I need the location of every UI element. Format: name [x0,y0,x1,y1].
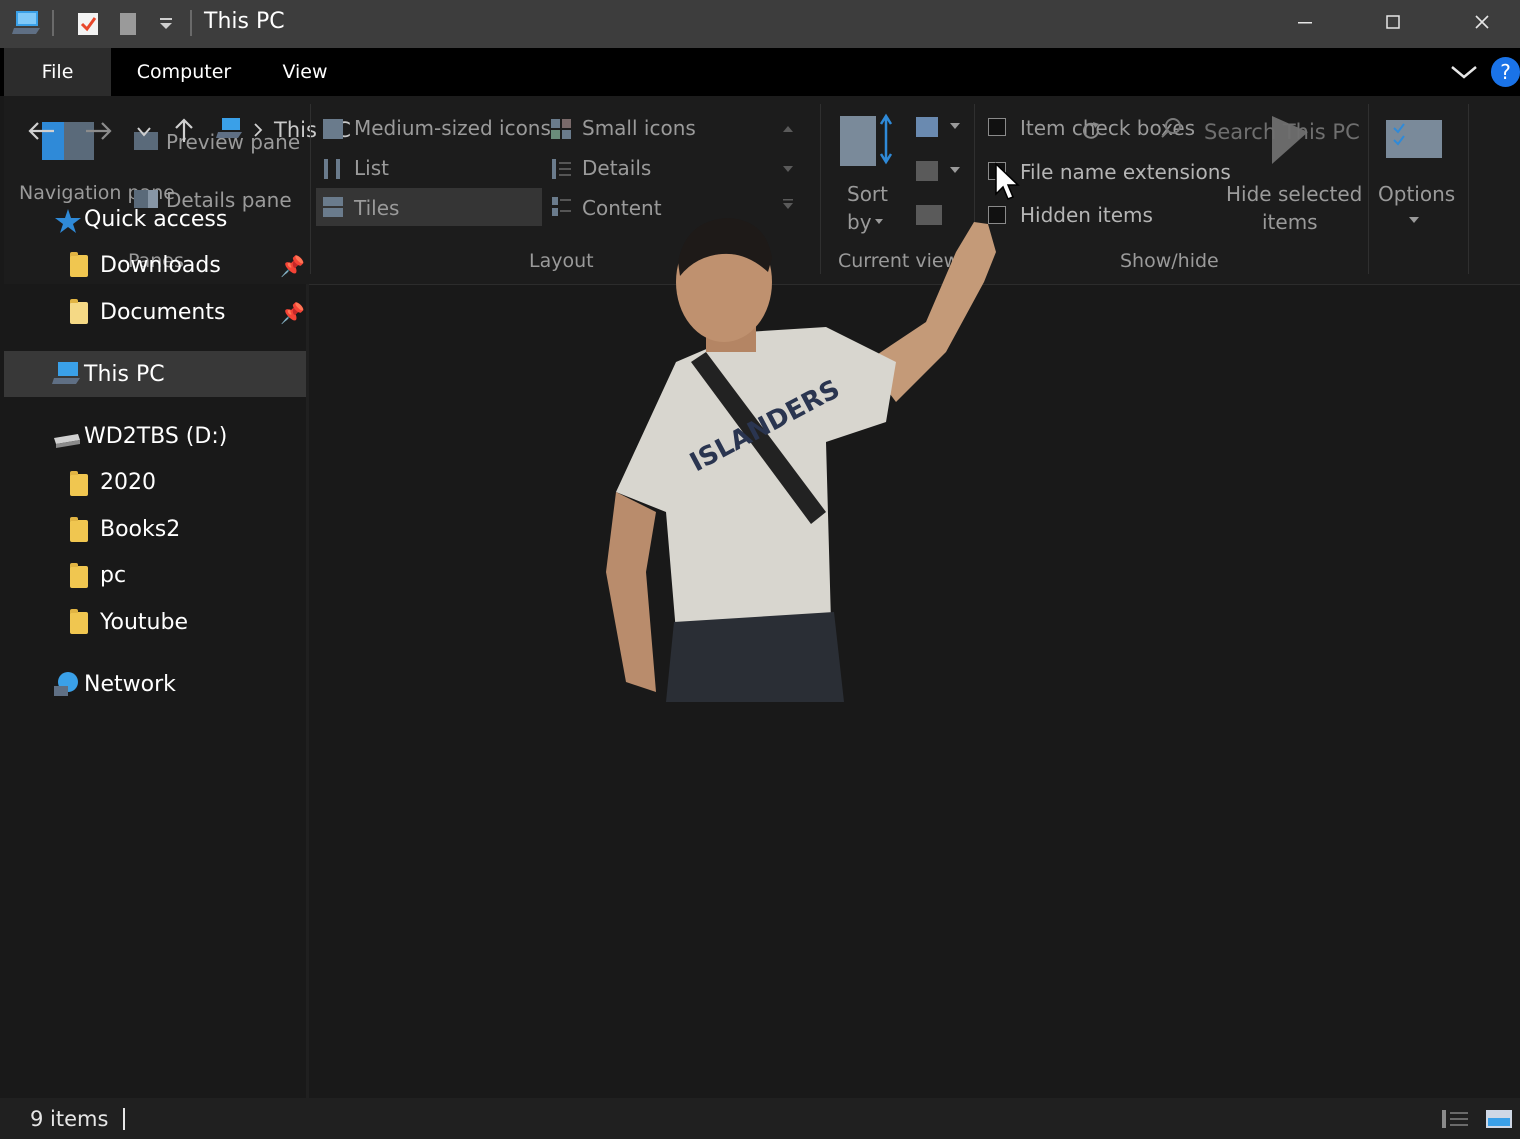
pane-divider[interactable] [306,284,309,1098]
group-separator [310,104,311,274]
title-bar: This PC [0,0,1520,48]
breadcrumb-chevron-icon [254,123,263,137]
search-input[interactable]: Search This PC [1204,120,1360,144]
options-dropdown-icon [1409,217,1419,223]
close-button[interactable] [1462,8,1502,38]
quick-access-star-icon [55,209,81,233]
title-separator [190,10,192,36]
tab-computer[interactable]: Computer [123,48,245,96]
customize-quick-access-icon[interactable] [158,16,174,32]
downloads-folder-icon [70,252,88,277]
minimize-icon [1298,22,1312,24]
small-icons-icon [551,119,571,139]
properties-icon[interactable] [76,10,102,38]
layout-details[interactable]: Details [582,156,651,180]
details-icon [552,159,571,179]
pin-icon[interactable]: 📌 [280,301,305,325]
folder-icon [70,563,88,588]
nav-item-2020[interactable]: 2020 [100,470,156,495]
maximize-icon [1386,15,1400,29]
layout-scroll-up-icon[interactable] [782,124,794,134]
medium-icons-icon [323,119,343,139]
hide-selected-items-line1[interactable]: Hide selected [1226,182,1362,206]
layout-list[interactable]: List [354,156,389,180]
nav-quick-access[interactable]: Quick access [84,207,227,232]
search-icon [1161,118,1181,138]
new-folder-icon[interactable] [118,10,140,38]
layout-tiles-selected[interactable] [316,188,542,226]
refresh-icon[interactable] [1080,120,1102,142]
details-view-icon[interactable] [1440,1108,1470,1130]
list-icon [324,159,340,179]
item-check-boxes-checkbox[interactable] [988,118,1006,136]
content-icon [552,197,571,216]
window-title: This PC [204,9,285,34]
layout-group-label: Layout [529,250,594,272]
options-icon[interactable] [1384,116,1444,162]
forward-arrow-icon[interactable] [84,120,114,142]
status-bar: 9 items [0,1098,1520,1139]
close-icon [1475,15,1489,29]
layout-small-icons[interactable]: Small icons [582,116,696,140]
minimize-button[interactable] [1285,8,1325,38]
nav-item-network[interactable]: Network [84,672,176,697]
help-icon: ? [1500,60,1511,84]
navigation-pane: Quick access Downloads 📌 Documents 📌 Thi… [4,207,306,1098]
layout-tiles[interactable]: Tiles [354,196,399,220]
nav-item-pc[interactable]: pc [100,563,126,588]
large-icons-view-icon[interactable] [1484,1108,1514,1130]
mouse-pointer-icon [995,162,1020,200]
group-by-icon[interactable] [914,116,964,138]
group-separator [1468,104,1469,274]
folder-icon [70,609,88,634]
tab-file[interactable]: File [4,48,111,96]
hide-selected-items-line2[interactable]: items [1262,210,1318,234]
network-icon [54,672,78,696]
nav-item-downloads[interactable]: Downloads [100,253,221,278]
nav-item-youtube[interactable]: Youtube [100,610,188,635]
status-item-count: 9 items [30,1107,109,1131]
person-pointing-overlay: ISLANDERS [606,218,996,702]
layout-medium-icons[interactable]: Medium-sized icons [354,116,551,140]
nav-item-drive-d[interactable]: WD2TBS (D:) [84,424,227,449]
show-hide-group-label: Show/hide [1120,250,1219,272]
recent-locations-chevron-icon[interactable] [136,126,152,138]
nav-item-documents[interactable]: Documents [100,300,225,325]
pin-icon[interactable]: 📌 [280,254,305,278]
maximize-button[interactable] [1373,8,1413,38]
nav-item-this-pc[interactable]: This PC [84,362,165,387]
hidden-items-label[interactable]: Hidden items [1020,203,1153,227]
up-arrow-icon[interactable] [172,116,196,144]
back-arrow-icon[interactable] [26,120,56,142]
layout-scroll-down-icon[interactable] [782,164,794,174]
tiles-icon [323,197,343,217]
expand-ribbon-chevron-icon[interactable] [1450,63,1478,81]
file-name-extensions-label[interactable]: File name extensions [1020,160,1231,184]
group-separator [1368,104,1369,274]
tab-view[interactable]: View [268,48,342,96]
drive-icon [54,434,80,448]
this-pc-icon [52,362,80,384]
status-separator [123,1108,125,1130]
documents-folder-icon [70,299,88,324]
help-button[interactable]: ? [1491,57,1520,87]
add-columns-icon[interactable] [914,160,964,182]
folder-icon [70,517,88,542]
sort-by-icon[interactable] [838,112,898,170]
folder-icon [70,471,88,496]
quick-access-separator [52,10,54,36]
options-button[interactable]: Options [1378,182,1455,206]
address-pc-icon [216,118,242,138]
layout-more-icon[interactable] [782,198,794,210]
this-pc-app-icon[interactable] [12,8,44,38]
sort-by-button-line1[interactable]: Sort [847,182,888,206]
ribbon-tabs: File Computer View ? [0,48,1520,96]
nav-item-books2[interactable]: Books2 [100,517,180,542]
